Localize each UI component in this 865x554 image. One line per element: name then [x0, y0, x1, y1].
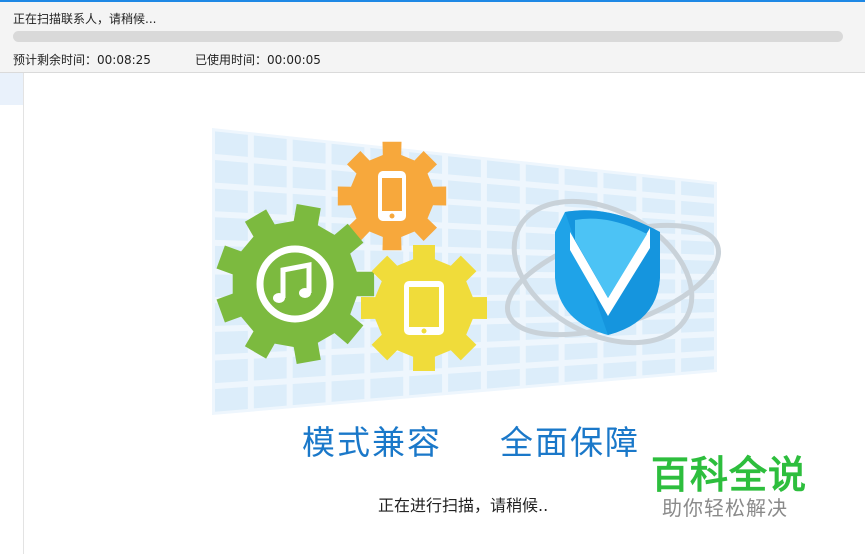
slogan-protection: 全面保障: [500, 423, 640, 462]
grid-cell: [292, 139, 326, 164]
remaining-time: 预计剩余时间：00:08:25: [13, 53, 151, 67]
grid-cell: [525, 344, 559, 363]
grid-cell: [486, 207, 520, 227]
grid-cell: [409, 374, 443, 396]
grid-cell: [525, 366, 559, 386]
grid-cell: [292, 381, 326, 406]
grid-cell: [486, 369, 520, 389]
scan-header: 正在扫描联系人，请稍候... 预计剩余时间：00:08:25 已使用时间：00:…: [0, 2, 865, 73]
slogan-compatibility: 模式兼容: [302, 423, 442, 462]
grid-cell: [486, 183, 520, 204]
grid-cell: [642, 358, 676, 376]
grid-cell: [331, 379, 365, 402]
scan-illustration: [212, 128, 722, 415]
grid-cell: [253, 163, 287, 188]
grid-cell: [253, 384, 287, 409]
grid-cell: [253, 191, 287, 215]
scanning-message: 正在进行扫描，请稍候..: [378, 496, 549, 515]
watermark-title: 百科全说: [651, 453, 808, 497]
grid-cell: [215, 131, 248, 157]
grid-cell: [448, 228, 481, 248]
grid-cell: [486, 300, 520, 319]
grid-cell: [486, 160, 520, 181]
grid-cell: [215, 386, 248, 412]
grid-cell: [215, 159, 248, 185]
grid-cell: [564, 363, 598, 382]
grid-cell: [564, 342, 598, 361]
grid-cell: [681, 356, 714, 373]
grid-cell: [681, 240, 714, 255]
grid-cell: [215, 330, 248, 355]
scan-progress-bar: [13, 31, 843, 42]
grid-cell: [681, 299, 714, 313]
phone-icon: [378, 171, 406, 221]
grid-cell: [486, 346, 520, 366]
grid-cell: [448, 156, 481, 178]
grid-cell: [215, 188, 248, 213]
used-time: 已使用时间：00:00:05: [195, 53, 321, 67]
tablet-icon: [404, 281, 444, 335]
watermark-subtitle: 助你轻松解决: [662, 496, 788, 520]
grid-cell: [253, 357, 287, 381]
left-panel-selected-item[interactable]: [0, 73, 23, 105]
grid-cell: [215, 358, 248, 384]
grid-cell: [603, 361, 637, 379]
grid-cell: [681, 337, 714, 353]
grid-cell: [331, 353, 365, 376]
grid-cell: [642, 197, 676, 215]
grid-cell: [292, 166, 326, 191]
left-panel: [0, 73, 24, 554]
grid-cell: [525, 232, 559, 251]
watermark-logo: 百科全说 助你轻松解决: [648, 444, 848, 524]
scan-status-text: 正在扫描联系人，请稍候...: [13, 12, 157, 26]
grid-cell: [370, 376, 404, 399]
grid-cell: [215, 217, 248, 241]
grid-cell: [448, 371, 481, 392]
grid-cell: [253, 135, 287, 161]
grid-cell: [448, 204, 481, 225]
grid-cell: [448, 180, 481, 201]
yellow-gear: [361, 245, 487, 371]
